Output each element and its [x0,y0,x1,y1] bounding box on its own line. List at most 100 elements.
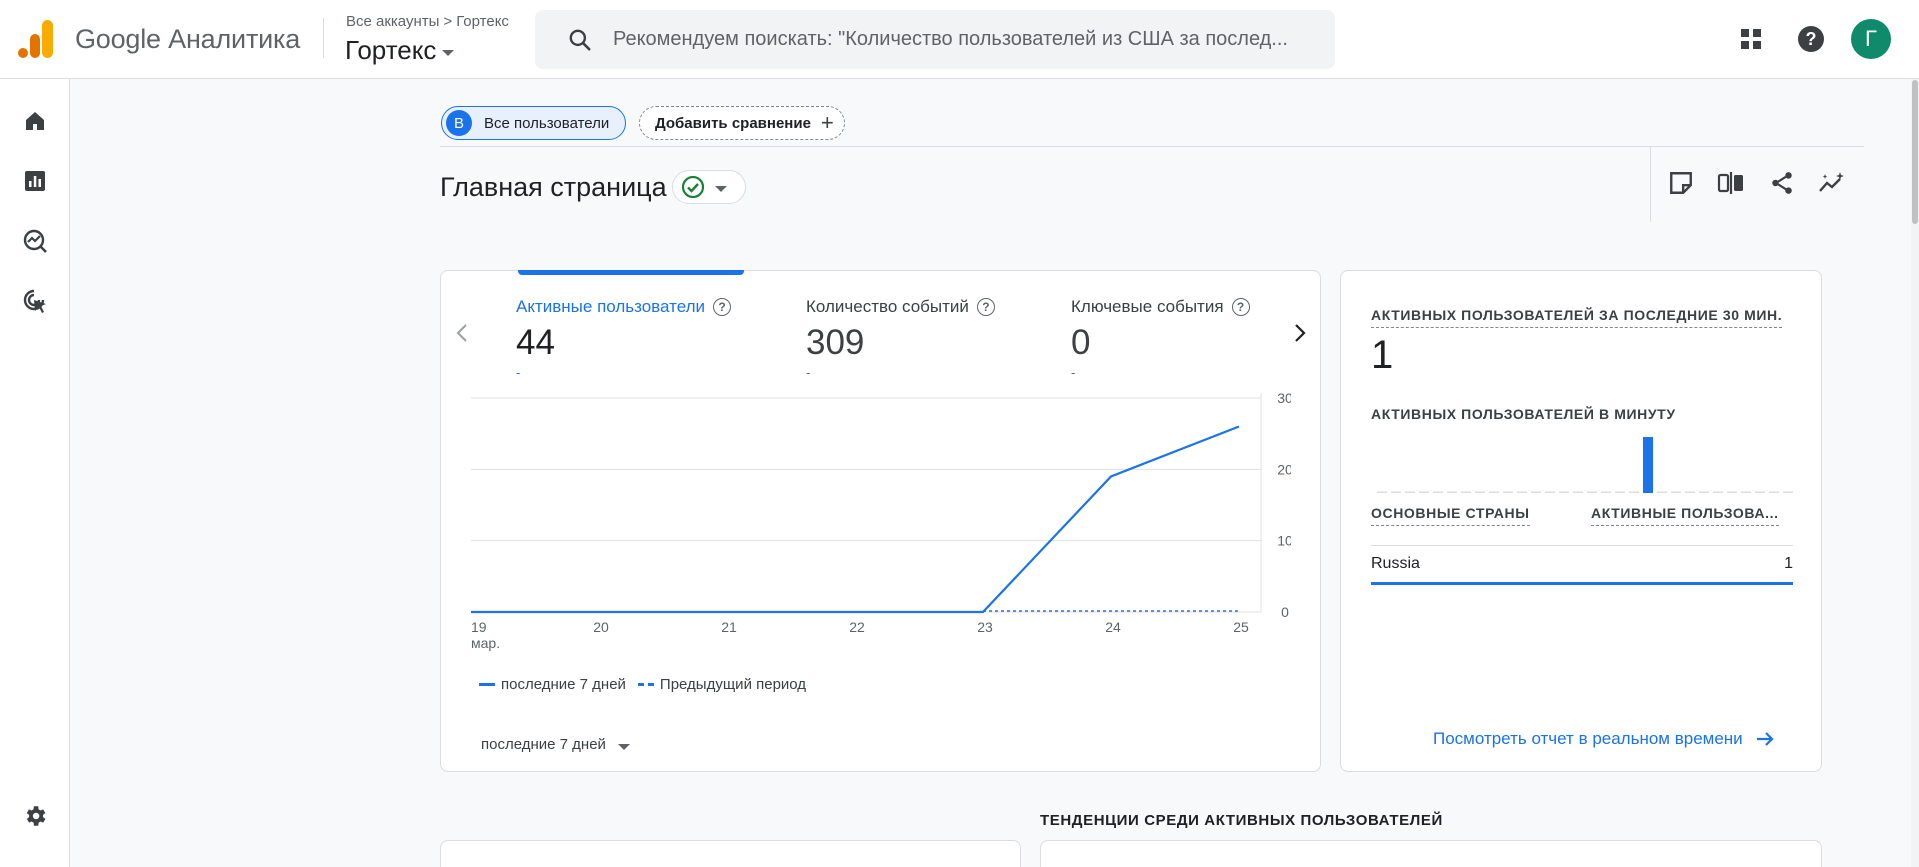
share-icon[interactable] [1766,167,1798,199]
compare-icon[interactable] [1715,167,1747,199]
bottom-card-right [1040,840,1822,867]
legend-current: последние 7 дней [479,676,626,693]
metric-label: Ключевые события [1071,297,1224,316]
chevron-down-icon [715,186,727,192]
account-selector[interactable]: Гортекс [345,35,455,66]
scrollbar-thumb[interactable] [1912,80,1918,224]
chevron-left-icon[interactable] [450,321,474,345]
plus-icon: + [820,110,834,135]
insights-icon[interactable] [1816,167,1848,199]
help-icon[interactable]: ? [1794,22,1828,56]
toolbar-divider [1650,146,1651,222]
minute-bar [1699,491,1709,493]
per-minute-bar-chart [1377,437,1793,493]
arrow-right-icon [1756,732,1774,746]
minute-bar [1517,491,1527,493]
metric-label: Количество событий [806,297,969,316]
search-icon [569,29,591,51]
minute-bar [1615,491,1625,493]
minute-bar [1475,491,1485,493]
minute-bar [1727,491,1737,493]
minute-bar [1685,491,1695,493]
segment-badge: B [446,110,472,136]
help-icon[interactable]: ? [1231,298,1250,316]
metric-active-users[interactable]: Активные пользователи? 44 - [516,297,732,380]
x-tick-label: 19 [471,619,487,635]
realtime-link-label: Посмотреть отчет в реальном времени [1433,729,1743,748]
minute-bar [1461,491,1471,493]
avatar[interactable]: Г [1851,19,1891,59]
metric-key-events[interactable]: Ключевые события? 0 - [1071,297,1250,380]
breadcrumb-root[interactable]: Все аккаунты [346,13,439,30]
search-placeholder[interactable]: Рекомендуем поискать: "Количество пользо… [613,28,1333,51]
top-bar: Google Аналитика Все аккаунты > Гортекс Го… [0,0,1919,79]
chevron-down-icon [617,743,630,750]
header-divider [323,18,324,58]
segment-chip-all-users[interactable]: B Все пользователи [441,106,627,140]
minute-bar [1587,491,1597,493]
users-cell: 1 [1784,555,1793,572]
left-nav [0,79,70,867]
minute-bar [1391,491,1401,493]
analytics-logo-icon[interactable] [18,20,54,58]
minute-bar [1447,491,1457,493]
minute-bar [1573,491,1583,493]
minute-bar [1629,491,1639,493]
svg-text:?: ? [1806,29,1817,49]
realtime-title[interactable]: АКТИВНЫХ ПОЛЬЗОВАТЕЛЕЙ ЗА ПОСЛЕДНИЕ 30 М… [1371,307,1783,328]
breadcrumb-separator: > [443,13,453,30]
per-minute-title: АКТИВНЫХ ПОЛЬЗОВАТЕЛЕЙ В МИНУТУ [1371,406,1676,422]
x-tick-label: 21 [721,619,737,635]
explore-icon[interactable] [20,226,50,256]
metric-delta: - [516,365,521,380]
metric-value: 309 [806,323,865,362]
account-name: Гортекс [345,35,437,65]
help-icon[interactable]: ? [976,298,995,316]
trends-title: ТЕНДЕНЦИИ СРЕДИ АКТИВНЫХ ПОЛЬЗОВАТЕЛЕЙ [1040,812,1443,829]
series-line-current [471,425,1240,614]
x-tick-label: 23 [977,619,993,635]
add-comparison-button[interactable]: Добавить сравнение + [639,106,845,140]
realtime-value: 1 [1371,333,1394,377]
home-icon[interactable] [20,106,50,136]
metric-value: 44 [516,323,555,362]
segment-label: Все пользователи [484,114,610,132]
x-tick-label: 22 [849,619,865,635]
search-bar[interactable]: Рекомендуем поискать: "Количество пользо… [535,10,1335,69]
status-dropdown[interactable] [672,170,746,204]
metric-delta: - [1071,365,1076,380]
chevron-down-icon [442,49,455,56]
active-tab-indicator [518,270,744,275]
check-circle-icon [681,175,705,199]
minute-bar [1769,491,1779,493]
chart-legend: последние 7 дней Предыдущий период [479,676,808,693]
breadcrumb[interactable]: Все аккаунты > Гортекс [346,13,509,30]
help-icon[interactable]: ? [713,298,732,316]
minute-bar [1643,437,1653,493]
metric-value: 0 [1071,323,1091,362]
col-country[interactable]: ОСНОВНЫЕ СТРАНЫ [1371,505,1530,526]
advertising-icon[interactable] [20,286,50,316]
y-tick-label: 10 [1277,533,1291,549]
minute-bar [1503,491,1513,493]
minute-bar [1741,491,1751,493]
table-row[interactable]: Russia 1 [1371,545,1793,585]
col-active-users[interactable]: АКТИВНЫЕ ПОЛЬЗОВА... [1591,505,1779,526]
minute-bar [1559,491,1569,493]
minute-bar [1405,491,1415,493]
date-range-selector[interactable]: последние 7 дней [481,736,630,753]
breadcrumb-account[interactable]: Гортекс [456,13,509,30]
y-tick-label: 0 [1281,604,1289,620]
y-tick-label: 20 [1277,461,1291,477]
active-users-line-chart: 30 20 10 0 19 20 21 22 23 24 25 мар. [471,391,1291,651]
realtime-report-link[interactable]: Посмотреть отчет в реальном времени [1433,729,1775,749]
settings-icon[interactable] [20,801,50,831]
metric-event-count[interactable]: Количество событий? 309 - [806,297,995,380]
reports-icon[interactable] [20,166,50,196]
chevron-right-icon[interactable] [1288,321,1312,345]
apps-grid-icon[interactable] [1734,22,1768,56]
bottom-card-left [440,840,1021,867]
annotation-icon[interactable] [1665,167,1697,199]
overview-card: Активные пользователи? 44 - Количество с… [440,270,1321,772]
minute-bar [1601,491,1611,493]
